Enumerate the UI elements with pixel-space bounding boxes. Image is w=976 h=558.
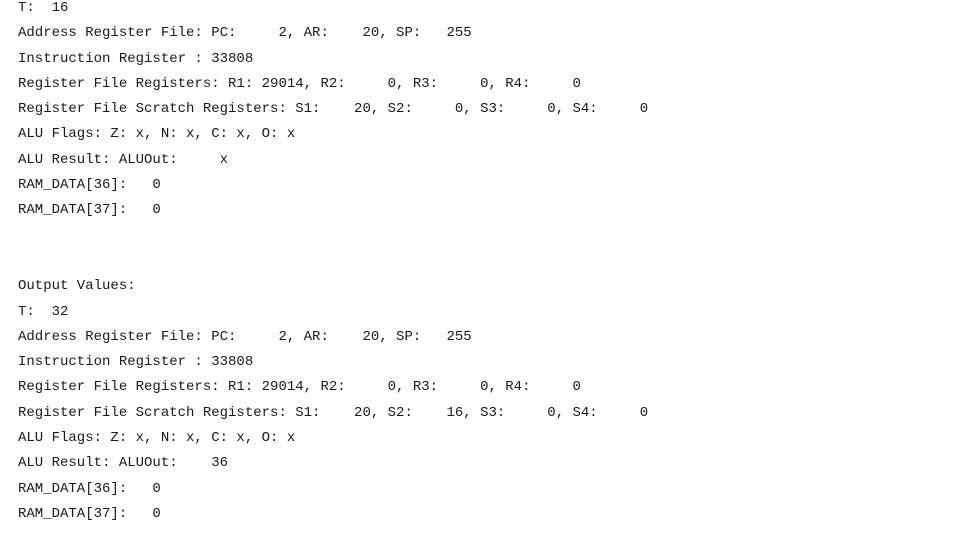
console-line-address-register-file: Address Register File: PC: 2, AR: 20, SP… bbox=[18, 25, 472, 42]
console-line-scratch-registers: Register File Scratch Registers: S1: 20,… bbox=[18, 404, 649, 421]
console-output: T: 16 Address Register File: PC: 2, AR: … bbox=[18, 0, 976, 558]
console-line-address-register-file: Address Register File: PC: 2, AR: 20, SP… bbox=[18, 328, 472, 345]
console-line-alu-result: ALU Result: ALUOut: x bbox=[18, 151, 229, 168]
console-line-ram-data-36: RAM_DATA[36]: 0 bbox=[18, 480, 161, 497]
console-line-scratch-registers: Register File Scratch Registers: S1: 20,… bbox=[18, 101, 649, 118]
console-line-alu-flags: ALU Flags: Z: x, N: x, C: x, O: x bbox=[18, 430, 296, 447]
console-line-instruction-register: Instruction Register : 33808 bbox=[18, 354, 254, 371]
console-line-t: T: 16 bbox=[18, 0, 69, 16]
console-line-register-file-registers: Register File Registers: R1: 29014, R2: … bbox=[18, 75, 581, 92]
console-line-alu-flags: ALU Flags: Z: x, N: x, C: x, O: x bbox=[18, 126, 296, 143]
console-line-ram-data-37: RAM_DATA[37]: 0 bbox=[18, 202, 161, 219]
console-line-alu-result: ALU Result: ALUOut: 36 bbox=[18, 455, 229, 472]
console-line-register-file-registers: Register File Registers: R1: 29014, R2: … bbox=[18, 379, 581, 396]
console-section-header: Output Values: bbox=[18, 278, 136, 295]
console-line-t: T: 32 bbox=[18, 303, 69, 320]
console-line-instruction-register: Instruction Register : 33808 bbox=[18, 50, 254, 67]
console-line-ram-data-36: RAM_DATA[36]: 0 bbox=[18, 177, 161, 194]
console-line-ram-data-37: RAM_DATA[37]: 0 bbox=[18, 505, 161, 522]
